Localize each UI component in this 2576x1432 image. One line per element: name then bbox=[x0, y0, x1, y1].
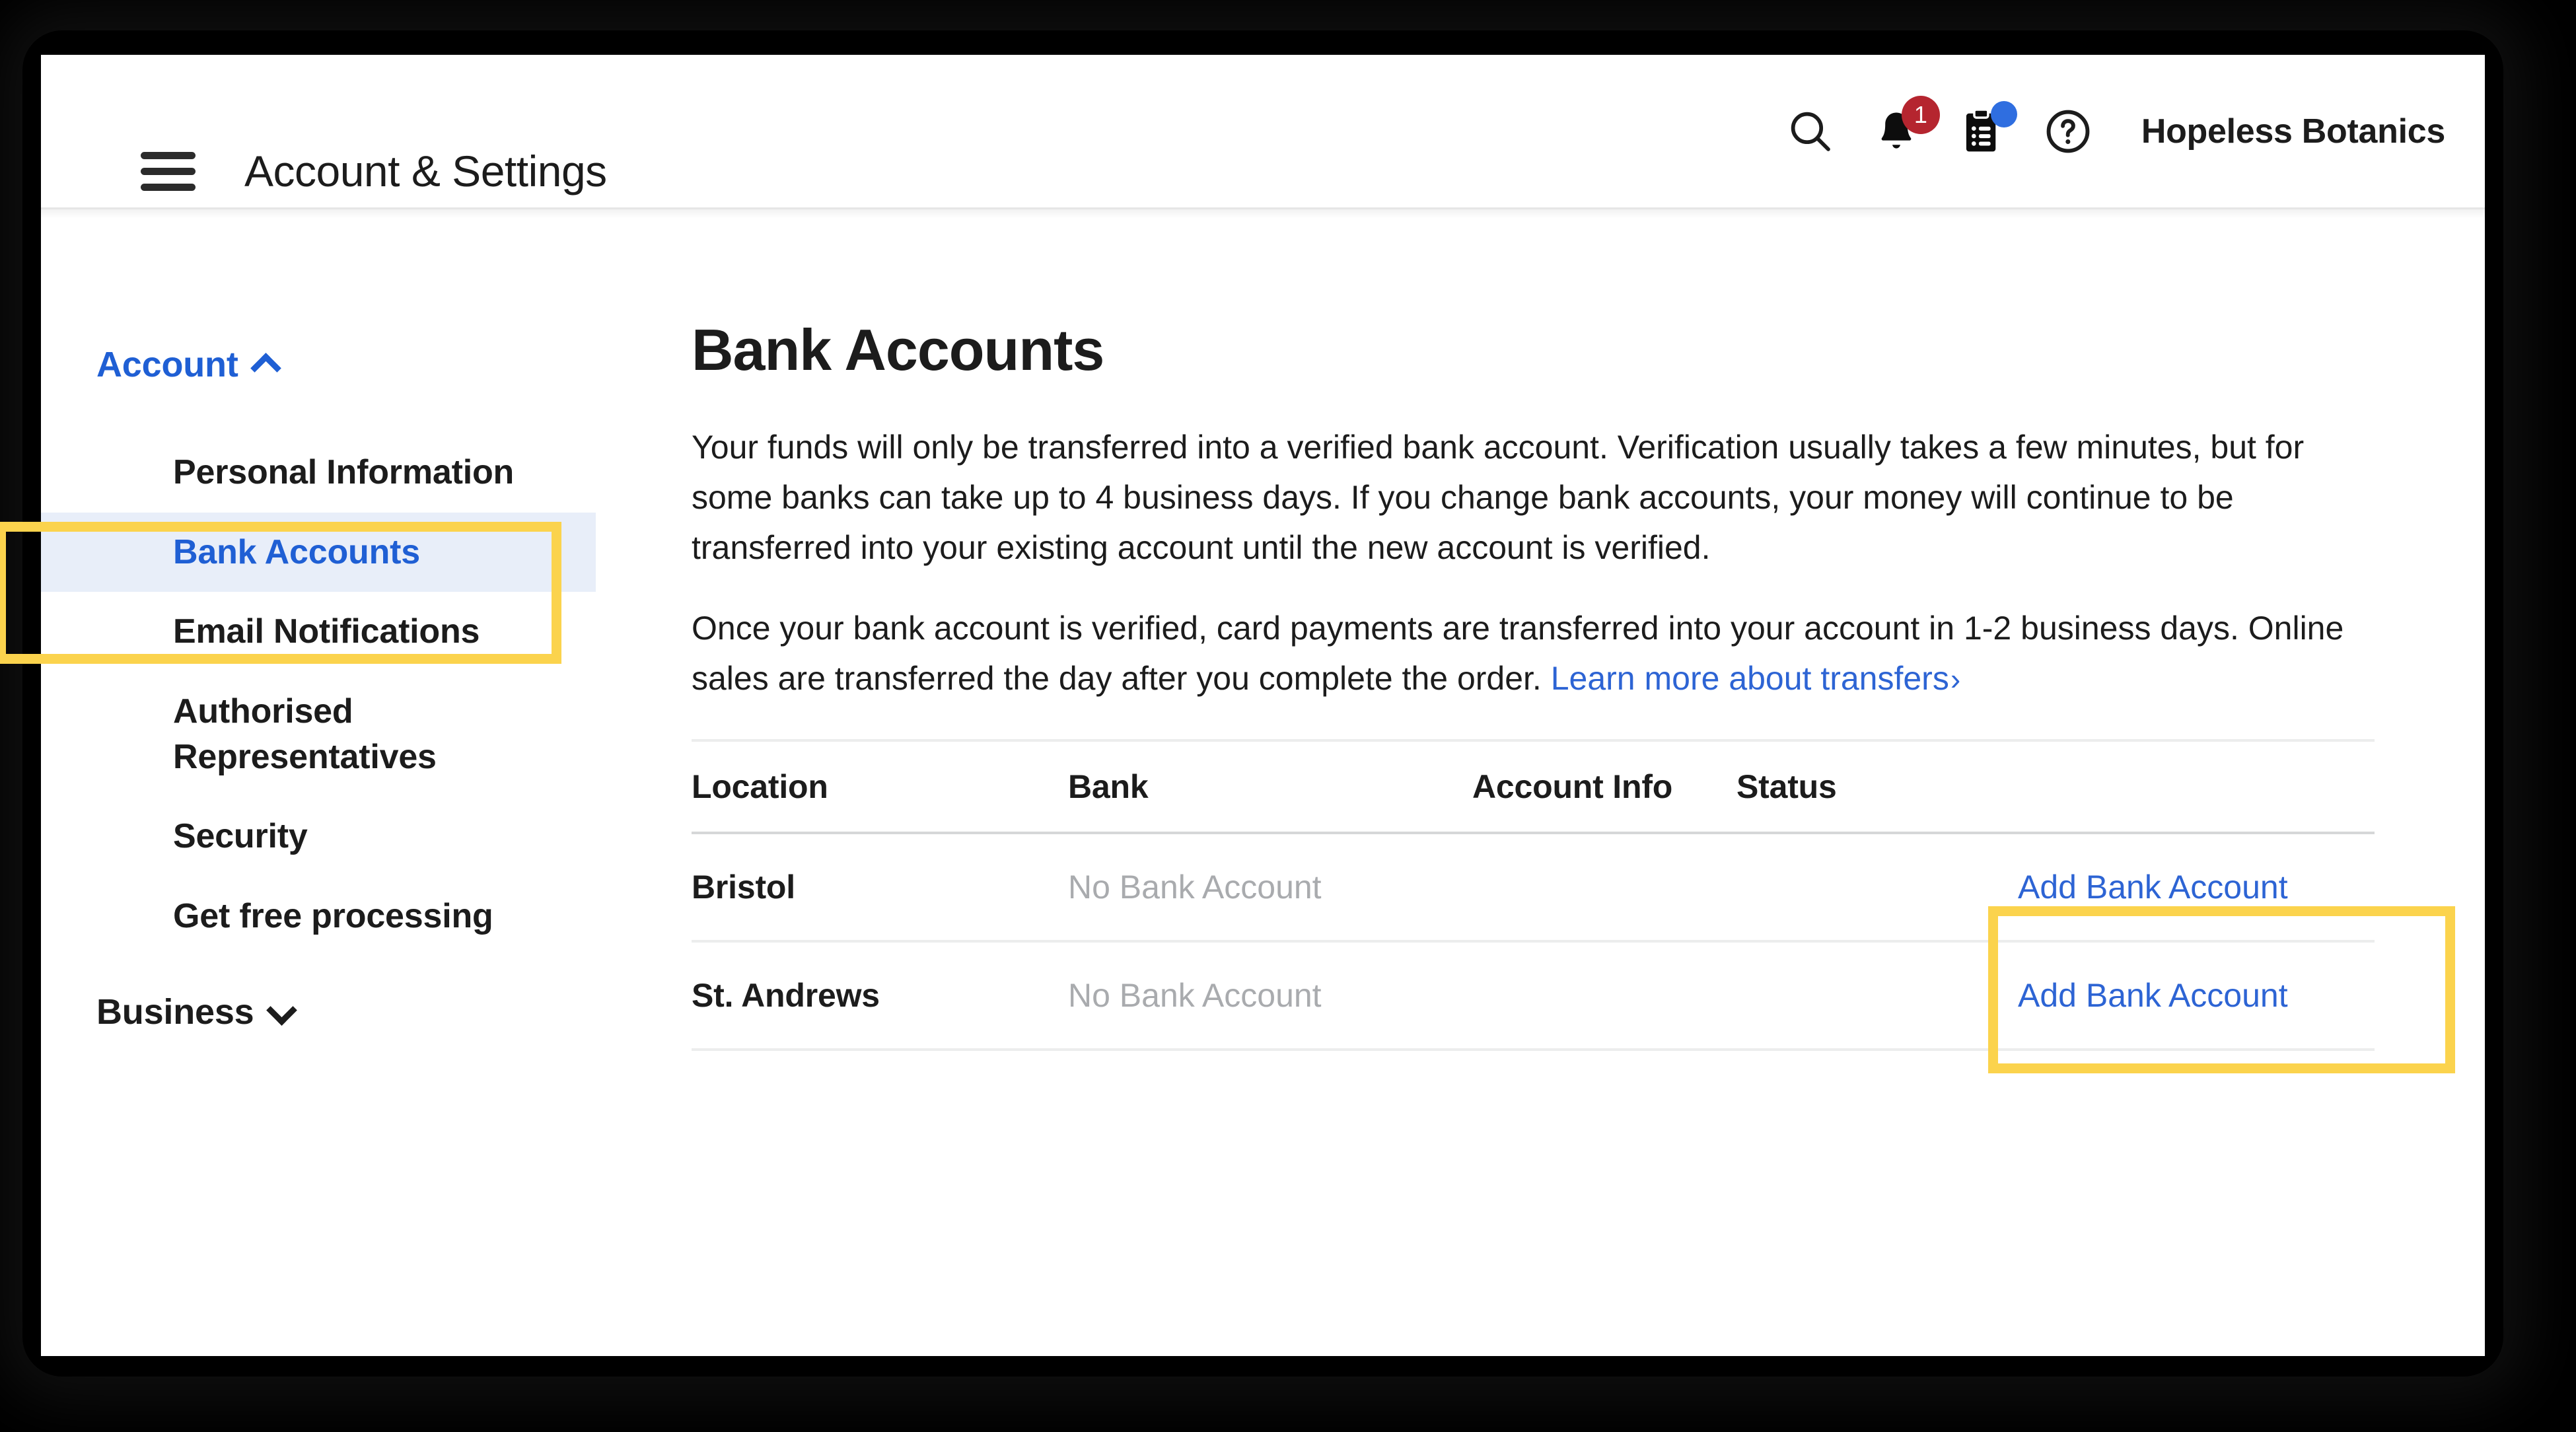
sidebar-item-label: Email Notifications bbox=[173, 612, 480, 651]
table-header-row: Location Bank Account Info Status bbox=[692, 742, 2375, 832]
learn-more-label: Learn more about transfers bbox=[1550, 660, 1949, 697]
add-bank-account-button[interactable]: Add Bank Account bbox=[2018, 869, 2288, 906]
search-icon bbox=[1787, 108, 1834, 155]
cell-action: Add Bank Account bbox=[2018, 976, 2375, 1015]
sidebar-group-account-label: Account bbox=[96, 345, 238, 384]
sidebar-item-personal-information[interactable]: Personal Information bbox=[41, 433, 596, 513]
main-content: Bank Accounts Your funds will only be tr… bbox=[596, 219, 2485, 1051]
sidebar-item-label: Bank Accounts bbox=[173, 532, 420, 571]
sidebar-item-label: Security bbox=[173, 817, 308, 856]
header-divider-shadow bbox=[41, 209, 2485, 219]
cell-action: Add Bank Account bbox=[2018, 868, 2375, 906]
chevron-down-icon bbox=[269, 1003, 294, 1020]
intro-paragraph-2-text: Once your bank account is verified, card… bbox=[692, 610, 2344, 697]
screenshot-root: Account & Settings 1 Hopeless Botanics A… bbox=[0, 0, 2576, 1432]
notifications-button[interactable]: 1 bbox=[1853, 92, 1940, 171]
sidebar-item-authorised-representatives[interactable]: Authorised Representatives bbox=[41, 672, 503, 797]
sidebar-item-bank-accounts[interactable]: Bank Accounts bbox=[41, 512, 596, 592]
sidebar-item-get-free-processing[interactable]: Get free processing bbox=[41, 877, 596, 956]
sidebar-item-security[interactable]: Security bbox=[41, 797, 596, 877]
help-button[interactable] bbox=[2025, 92, 2111, 171]
app-window: Account & Settings 1 Hopeless Botanics A… bbox=[41, 55, 2485, 1356]
page-title: Bank Accounts bbox=[692, 317, 1104, 382]
sidebar-group-account[interactable]: Account bbox=[41, 344, 596, 385]
user-menu[interactable]: Hopeless Botanics bbox=[2141, 112, 2445, 151]
app-header: Account & Settings 1 Hopeless Botanics bbox=[41, 55, 2485, 207]
add-bank-account-button[interactable]: Add Bank Account bbox=[2018, 977, 2288, 1014]
bank-accounts-table: Location Bank Account Info Status Bristo… bbox=[692, 739, 2375, 1051]
learn-more-about-transfers-link[interactable]: Learn more about transfers› bbox=[1551, 660, 1960, 697]
notifications-badge: 1 bbox=[1901, 95, 1940, 134]
sidebar-group-business[interactable]: Business bbox=[41, 991, 596, 1032]
cell-bank: No Bank Account bbox=[1068, 869, 1322, 906]
search-button[interactable] bbox=[1768, 92, 1853, 171]
table-row: St. Andrews No Bank Account Add Bank Acc… bbox=[692, 943, 2375, 1048]
chevron-right-icon: › bbox=[1950, 662, 1961, 696]
sidebar-item-label: Authorised Representatives bbox=[173, 692, 437, 776]
hamburger-icon[interactable] bbox=[141, 152, 196, 191]
sidebar-group-business-label: Business bbox=[96, 992, 254, 1032]
column-header-account-info: Account Info bbox=[1472, 768, 1673, 805]
sidebar-item-label: Get free processing bbox=[173, 896, 493, 935]
page-header-title: Account & Settings bbox=[244, 147, 607, 196]
column-header-status: Status bbox=[1736, 768, 1837, 805]
tasks-button[interactable] bbox=[1939, 92, 2025, 171]
column-header-bank: Bank bbox=[1068, 768, 1149, 805]
chevron-up-icon bbox=[253, 356, 278, 373]
sidebar-item-label: Personal Information bbox=[173, 453, 515, 491]
settings-sidebar: Account Personal Information Bank Accoun… bbox=[41, 219, 596, 1080]
question-circle-icon bbox=[2043, 106, 2093, 157]
cell-location: St. Andrews bbox=[692, 977, 880, 1014]
intro-paragraph-2: Once your bank account is verified, card… bbox=[692, 603, 2373, 703]
header-actions: 1 Hopeless Botanics bbox=[1768, 55, 2485, 207]
intro-paragraph-1: Your funds will only be transferred into… bbox=[692, 429, 2305, 566]
tasks-badge-dot bbox=[1990, 100, 2017, 127]
cell-bank: No Bank Account bbox=[1068, 977, 1322, 1014]
cell-location: Bristol bbox=[692, 869, 795, 906]
table-bottom-divider bbox=[692, 1048, 2375, 1051]
sidebar-item-email-notifications[interactable]: Email Notifications bbox=[41, 592, 596, 672]
column-header-location: Location bbox=[692, 768, 828, 805]
table-row: Bristol No Bank Account Add Bank Account bbox=[692, 834, 2375, 940]
